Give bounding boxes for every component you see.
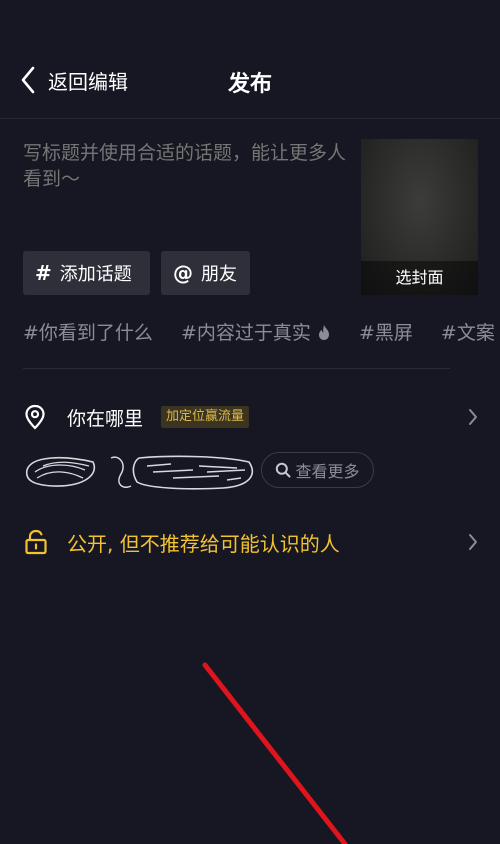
flame-icon (318, 325, 329, 340)
caption-input[interactable] (23, 140, 348, 192)
chevron-right-icon (469, 534, 477, 550)
mention-friend-button[interactable]: @ 朋友 (161, 251, 250, 295)
hashtag-icon: # (35, 261, 52, 285)
top-bar: 返回编辑 发布 (0, 0, 500, 119)
tag-suggestion[interactable]: #文案 (441, 318, 495, 345)
select-cover-label: 选封面 (361, 261, 478, 295)
section-divider (23, 368, 450, 369)
see-more-locations-button[interactable]: 查看更多 (261, 452, 374, 488)
location-row[interactable]: 你在哪里 加定位赢流量 (0, 395, 500, 439)
search-icon (276, 462, 291, 478)
add-topic-label: 添加话题 (59, 264, 132, 285)
mention-friend-label: 朋友 (201, 264, 237, 285)
add-topic-button[interactable]: # 添加话题 (23, 251, 150, 295)
privacy-label: 公开, 但不推荐给可能认识的人 (67, 532, 340, 556)
location-pin-icon (25, 404, 45, 430)
tag-suggestion-label: #内容过于真实 (180, 322, 311, 344)
location-suggestions: 查看更多 (23, 452, 483, 492)
cover-thumbnail[interactable]: 选封面 (361, 139, 478, 295)
at-icon: @ (173, 261, 193, 285)
page-title: 发布 (227, 72, 272, 97)
location-label: 你在哪里 (67, 408, 144, 430)
tag-suggestion[interactable]: #黑屏 (359, 318, 413, 345)
privacy-setting-row[interactable]: 公开, 但不推荐给可能认识的人 (0, 520, 500, 564)
chevron-right-icon (469, 409, 477, 425)
unlock-icon (25, 529, 47, 555)
location-promo-badge: 加定位赢流量 (161, 406, 250, 428)
see-more-label: 查看更多 (295, 462, 360, 481)
suggested-tags: #你看到了什么 #内容过于真实 #黑屏 #文案 (23, 318, 500, 348)
tag-suggestion-hot[interactable]: #内容过于真实 (181, 318, 331, 345)
redacted-location-chips (25, 455, 254, 490)
tag-suggestion[interactable]: #你看到了什么 (23, 318, 153, 345)
